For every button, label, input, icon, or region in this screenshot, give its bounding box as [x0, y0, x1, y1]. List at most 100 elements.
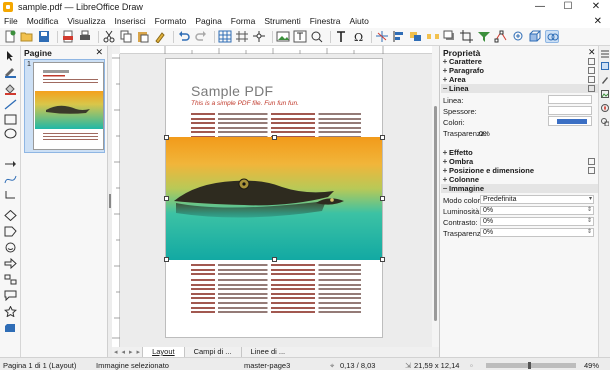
menu-view[interactable]: Visualizza	[67, 16, 105, 26]
section-area[interactable]: + Area	[441, 75, 598, 84]
menu-file[interactable]: File	[4, 16, 18, 26]
zoom-slider-thumb[interactable]	[528, 362, 531, 369]
helplines-icon[interactable]	[235, 30, 249, 43]
horizontal-ruler[interactable]	[120, 46, 432, 54]
paste-icon[interactable]	[136, 30, 150, 43]
close-pages-panel-button[interactable]: ✕	[95, 47, 103, 58]
section-columns[interactable]: + Colonne	[441, 175, 598, 184]
styles-tab-icon[interactable]	[601, 76, 609, 84]
undo-icon[interactable]	[177, 30, 191, 43]
line-transparency-value[interactable]: 0%	[479, 129, 490, 138]
grid-icon[interactable]	[218, 30, 232, 43]
transformations-icon[interactable]	[375, 30, 389, 43]
resize-handle-right[interactable]	[380, 196, 385, 201]
align-objects-icon[interactable]	[392, 30, 406, 43]
menu-shape[interactable]: Forma	[231, 16, 256, 26]
lines-arrows-icon[interactable]	[4, 159, 17, 170]
navigator-tab-icon[interactable]	[601, 104, 609, 112]
section-effect[interactable]: + Effetto	[441, 148, 598, 157]
more-options-icon[interactable]	[588, 158, 595, 165]
sidebar-menu-icon[interactable]	[601, 50, 609, 58]
menu-edit[interactable]: Modifica	[27, 16, 59, 26]
glue-points-icon[interactable]	[511, 30, 525, 43]
vertical-scrollbar[interactable]	[432, 46, 439, 347]
tab-dimension-lines[interactable]: Linee di ...	[240, 347, 295, 357]
color-mode-dropdown[interactable]: Predefinita ▾	[480, 195, 594, 204]
section-character[interactable]: + Carattere	[441, 57, 598, 66]
maximize-button[interactable]: ☐	[554, 0, 582, 14]
close-document-button[interactable]: ✕	[594, 16, 602, 27]
block-arrows-icon[interactable]	[4, 257, 17, 270]
minimize-button[interactable]: —	[526, 0, 554, 14]
rectangle-tool-icon[interactable]	[4, 114, 17, 125]
print-icon[interactable]	[78, 30, 92, 43]
line-style-dropdown[interactable]	[548, 95, 592, 104]
section-shadow[interactable]: + Ombra	[441, 157, 598, 166]
brightness-spinbox[interactable]: 0% ⇕	[480, 206, 594, 215]
line-color-picker[interactable]	[548, 116, 592, 126]
redo-icon[interactable]	[194, 30, 208, 43]
save-icon[interactable]	[37, 30, 51, 43]
export-pdf-icon[interactable]	[61, 30, 75, 43]
menu-tools[interactable]: Strumenti	[264, 16, 300, 26]
resize-handle-bottom-left[interactable]	[164, 257, 169, 262]
line-thickness-dropdown[interactable]	[548, 106, 592, 115]
more-options-icon[interactable]	[588, 67, 595, 74]
basic-shapes-diamond-icon[interactable]	[4, 209, 17, 222]
toggle-extrusion-icon[interactable]	[528, 30, 542, 43]
line-tool-icon[interactable]	[4, 99, 17, 110]
arrange-icon[interactable]	[409, 30, 423, 43]
contrast-spinbox[interactable]: 0% ⇕	[480, 217, 594, 226]
cut-icon[interactable]	[102, 30, 116, 43]
special-character-icon[interactable]: Ω	[351, 30, 365, 44]
more-options-icon[interactable]	[588, 58, 595, 65]
insert-image-icon[interactable]	[276, 30, 290, 43]
previous-tab-arrow-icon[interactable]: ◂	[122, 348, 126, 356]
clone-formatting-icon[interactable]	[153, 30, 167, 44]
vertical-ruler[interactable]	[112, 54, 120, 347]
insert-textbox-icon[interactable]	[293, 30, 307, 43]
distribute-icon[interactable]	[426, 30, 440, 43]
vertical-scrollbar-thumb[interactable]	[434, 106, 437, 321]
new-document-icon[interactable]	[3, 30, 17, 43]
menu-insert[interactable]: Inserisci	[114, 16, 145, 26]
points-icon[interactable]	[494, 30, 508, 43]
splitter-grip[interactable]	[109, 194, 111, 208]
shapes-tab-icon[interactable]	[601, 118, 610, 127]
resize-handle-top[interactable]	[272, 135, 277, 140]
callout-shapes-icon[interactable]	[4, 290, 17, 302]
flowchart-icon[interactable]	[4, 274, 17, 285]
next-tab-arrow-icon[interactable]: ▸	[129, 348, 133, 356]
status-zoom[interactable]: 49%	[584, 361, 599, 370]
fill-color-icon[interactable]	[4, 84, 17, 95]
properties-tab-icon[interactable]	[601, 62, 609, 70]
connector-tool-icon[interactable]	[4, 189, 17, 200]
open-folder-icon[interactable]	[20, 30, 34, 43]
resize-handle-bottom[interactable]	[272, 257, 277, 262]
gallery-tab-icon[interactable]	[601, 90, 609, 98]
resize-handle-top-left[interactable]	[164, 135, 169, 140]
symbol-shapes-smiley-icon[interactable]	[4, 242, 17, 253]
page-thumbnail-1[interactable]: 1	[24, 59, 105, 153]
ellipse-tool-icon[interactable]	[4, 128, 17, 139]
selected-image[interactable]	[164, 135, 385, 262]
line-color-icon[interactable]	[4, 67, 17, 78]
section-paragraph[interactable]: + Paragrafo	[441, 66, 598, 75]
first-tab-arrow-icon[interactable]: ◂	[114, 348, 118, 356]
section-position-size[interactable]: + Posizione e dimensione	[441, 166, 598, 175]
zoom-pan-icon[interactable]	[252, 30, 266, 43]
object-group-icon[interactable]	[545, 30, 559, 43]
resize-handle-bottom-right[interactable]	[380, 257, 385, 262]
insert-fontwork-icon[interactable]	[310, 30, 324, 43]
menu-window[interactable]: Finestra	[310, 16, 341, 26]
tab-controls[interactable]: Campi di ...	[183, 347, 241, 357]
curve-tool-icon[interactable]	[4, 174, 17, 185]
stars-icon[interactable]	[4, 305, 17, 318]
menu-page[interactable]: Pagina	[195, 16, 221, 26]
image-transparency-spinbox[interactable]: 0% ⇕	[480, 228, 594, 237]
basic-shapes-icon[interactable]	[4, 226, 17, 237]
section-line[interactable]: − Linea	[441, 84, 598, 93]
copy-icon[interactable]	[119, 30, 133, 43]
close-window-button[interactable]: ✕	[582, 0, 610, 14]
more-options-icon[interactable]	[588, 76, 595, 83]
